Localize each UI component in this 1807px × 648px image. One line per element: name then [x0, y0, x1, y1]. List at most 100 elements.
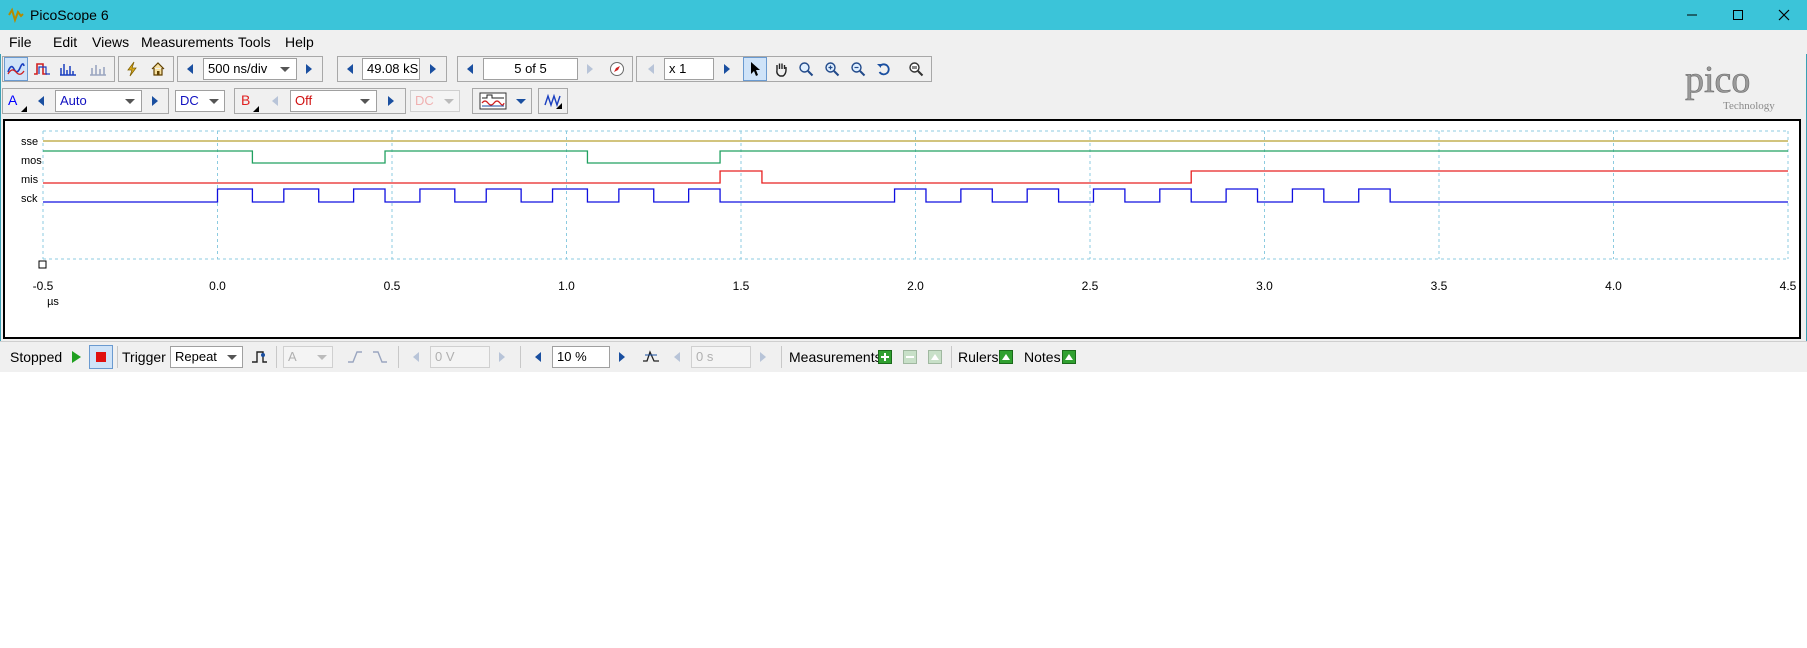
zoom-box-button[interactable]: [794, 57, 818, 81]
threshold-down-button[interactable]: [405, 345, 429, 369]
capture-index-field[interactable]: 5 of 5: [483, 58, 578, 80]
axis-origin-marker: [38, 260, 47, 269]
persistence-mode-button[interactable]: [30, 57, 54, 81]
scope-view[interactable]: sse mos mis sck -0.5 0.0 0.5 1.0 1.5 2.0 2.5 3.0 3.…: [3, 119, 1801, 339]
spectrum-mode-button[interactable]: [56, 57, 80, 81]
menu-bar: File Edit Views Measurements Tools Help: [0, 30, 1807, 54]
maximize-button[interactable]: [1715, 0, 1761, 30]
delay-up-button[interactable]: [751, 345, 775, 369]
channel-b-range-up-button[interactable]: [379, 89, 403, 113]
auto-setup-button[interactable]: [120, 57, 144, 81]
pan-tool-button[interactable]: [769, 57, 793, 81]
channel-b-label: B: [241, 92, 251, 108]
channel-b-range-select[interactable]: Off: [290, 90, 377, 112]
chevron-down-icon: [444, 99, 454, 104]
edit-measurement-button[interactable]: [898, 345, 922, 369]
arrow-left-icon: [648, 64, 654, 74]
channel-a-options-button[interactable]: A: [4, 89, 28, 113]
falling-edge-button[interactable]: [368, 345, 392, 369]
timebase-increase-button[interactable]: [297, 57, 321, 81]
delay-field[interactable]: 0 s: [691, 346, 751, 368]
chevron-down-icon: [360, 99, 370, 104]
zoom-out-button[interactable]: [846, 57, 870, 81]
pretrigger-field[interactable]: 10 %: [552, 346, 610, 368]
pretrigger-down-button[interactable]: [527, 345, 551, 369]
scope-mode-button[interactable]: [4, 57, 28, 81]
capture-previous-button[interactable]: [459, 57, 483, 81]
chevron-down-icon: [125, 99, 135, 104]
separator: [951, 346, 952, 368]
threshold-field[interactable]: 0 V: [430, 346, 490, 368]
channel-b-coupling-select[interactable]: DC: [410, 90, 460, 112]
math-channel-button[interactable]: [541, 89, 565, 113]
advanced-trigger-button[interactable]: [248, 345, 272, 369]
channel-a-range-value: Auto: [60, 93, 87, 108]
menu-edit[interactable]: Edit: [53, 34, 77, 50]
zoom-increase-button[interactable]: [715, 57, 739, 81]
arrow-right-icon: [619, 352, 625, 362]
signal-generator-button[interactable]: [476, 89, 510, 113]
delay-down-button[interactable]: [666, 345, 690, 369]
samples-decrease-button[interactable]: [339, 57, 363, 81]
add-measurement-button[interactable]: [873, 345, 897, 369]
separator: [781, 346, 782, 368]
zoom-factor-value: x 1: [669, 61, 687, 76]
start-button[interactable]: [64, 345, 88, 369]
pretrigger-up-button[interactable]: [610, 345, 634, 369]
signal-generator-dropdown[interactable]: [512, 89, 530, 113]
arrow-left-icon: [187, 64, 193, 74]
timebase-select[interactable]: 500 ns/div: [203, 58, 297, 80]
delete-measurement-button[interactable]: [923, 345, 947, 369]
x-tick-label: 3.0: [1256, 279, 1273, 293]
post-trigger-delay-button[interactable]: [639, 345, 663, 369]
delay-icon: [643, 350, 659, 362]
channel-b-range-down-button[interactable]: [264, 89, 288, 113]
menu-measurements[interactable]: Measurements: [141, 34, 234, 50]
trigger-mode-select[interactable]: Repeat: [170, 346, 243, 368]
channel-a-coupling-select[interactable]: DC: [175, 90, 225, 112]
minimize-icon: [1687, 14, 1697, 16]
menu-views[interactable]: Views: [92, 34, 129, 50]
capture-next-button[interactable]: [578, 57, 602, 81]
stop-button[interactable]: [89, 345, 113, 369]
rising-edge-button[interactable]: [343, 345, 367, 369]
trigger-channel-select[interactable]: A: [283, 346, 333, 368]
close-button[interactable]: [1761, 0, 1807, 30]
zoom-in-icon: [825, 62, 840, 77]
x-tick-label: 1.5: [733, 279, 750, 293]
channel-b-options-button[interactable]: B: [236, 89, 260, 113]
persistence-icon: [34, 63, 50, 75]
notes-button[interactable]: [1057, 345, 1081, 369]
serial-decode-mode-button[interactable]: [86, 57, 110, 81]
signal-label-sse: sse: [21, 136, 38, 148]
zoom-factor-field[interactable]: x 1: [664, 58, 714, 80]
svg-text:Technology: Technology: [1723, 100, 1775, 112]
rulers-button[interactable]: [994, 345, 1018, 369]
menu-help[interactable]: Help: [285, 34, 314, 50]
select-tool-button[interactable]: [743, 57, 767, 81]
minimize-button[interactable]: [1669, 0, 1715, 30]
undo-zoom-button[interactable]: [872, 57, 896, 81]
waveform-plot[interactable]: sse mos mis sck -0.5 0.0 0.5 1.0 1.5 2.0 2.5 3.0 3.…: [5, 121, 1799, 337]
trigger-mode-value: Repeat: [175, 349, 217, 364]
falling-edge-icon: [373, 351, 387, 363]
default-setup-button[interactable]: [146, 57, 170, 81]
arrow-left-icon: [272, 96, 278, 106]
channel-a-range-select[interactable]: Auto: [55, 90, 142, 112]
channel-a-range-down-button[interactable]: [30, 89, 54, 113]
buffer-navigator-button[interactable]: [605, 57, 629, 81]
channel-a-range-up-button[interactable]: [143, 89, 167, 113]
timebase-decrease-button[interactable]: [179, 57, 203, 81]
x-tick-label: 3.5: [1431, 279, 1448, 293]
hand-icon: [776, 63, 787, 77]
samples-increase-button[interactable]: [421, 57, 445, 81]
zoom-in-button[interactable]: [820, 57, 844, 81]
zoom-overview-icon: [909, 62, 924, 77]
threshold-up-button[interactable]: [490, 345, 514, 369]
menu-file[interactable]: File: [9, 34, 32, 50]
arrow-left-icon: [38, 96, 44, 106]
samples-field[interactable]: 49.08 kS: [362, 58, 420, 80]
menu-tools[interactable]: Tools: [238, 34, 271, 50]
zoom-decrease-button[interactable]: [640, 57, 664, 81]
zoom-overview-button[interactable]: [904, 57, 928, 81]
